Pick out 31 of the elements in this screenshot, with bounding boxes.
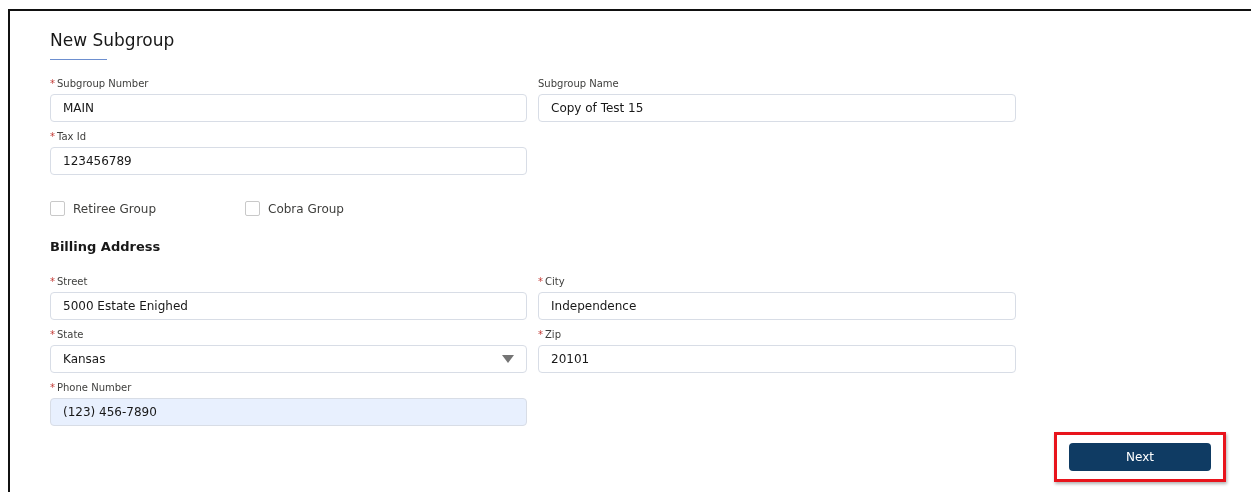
checkbox-label: Retiree Group [73, 201, 156, 216]
caret-icon [502, 355, 514, 363]
field-label: State [57, 329, 84, 340]
field-label: City [545, 276, 565, 287]
next-button[interactable]: Next [1069, 443, 1211, 471]
required-asterisk: * [50, 78, 55, 89]
input-field[interactable]: Independence [538, 292, 1016, 320]
checkbox-label: Cobra Group [268, 201, 344, 216]
field-label: Tax Id [57, 131, 86, 142]
input-field[interactable]: Copy of Test 15 [538, 94, 1016, 122]
required-asterisk: * [50, 276, 55, 287]
form-title: New Subgroup [50, 29, 176, 51]
required-asterisk: * [50, 382, 55, 393]
input-field[interactable]: 5000 Estate Enighed [50, 292, 527, 320]
field-label: Street [57, 276, 88, 287]
input-field[interactable]: (123) 456-7890 [50, 398, 527, 426]
input-field[interactable]: 20101 [538, 345, 1016, 373]
section-heading: Billing Address [50, 239, 162, 255]
field-label: Subgroup Name [538, 78, 619, 89]
field-label: Subgroup Number [57, 78, 149, 89]
required-asterisk: * [50, 131, 55, 142]
input-field[interactable]: 123456789 [50, 147, 527, 175]
field-label: Phone Number [57, 382, 132, 393]
checkbox[interactable] [245, 201, 260, 216]
required-asterisk: * [538, 329, 543, 340]
required-asterisk: * [538, 276, 543, 287]
field-label: Zip [545, 329, 561, 340]
required-asterisk: * [50, 329, 55, 340]
select-field[interactable]: Kansas [50, 345, 527, 373]
checkbox[interactable] [50, 201, 65, 216]
input-field[interactable]: MAIN [50, 94, 527, 122]
